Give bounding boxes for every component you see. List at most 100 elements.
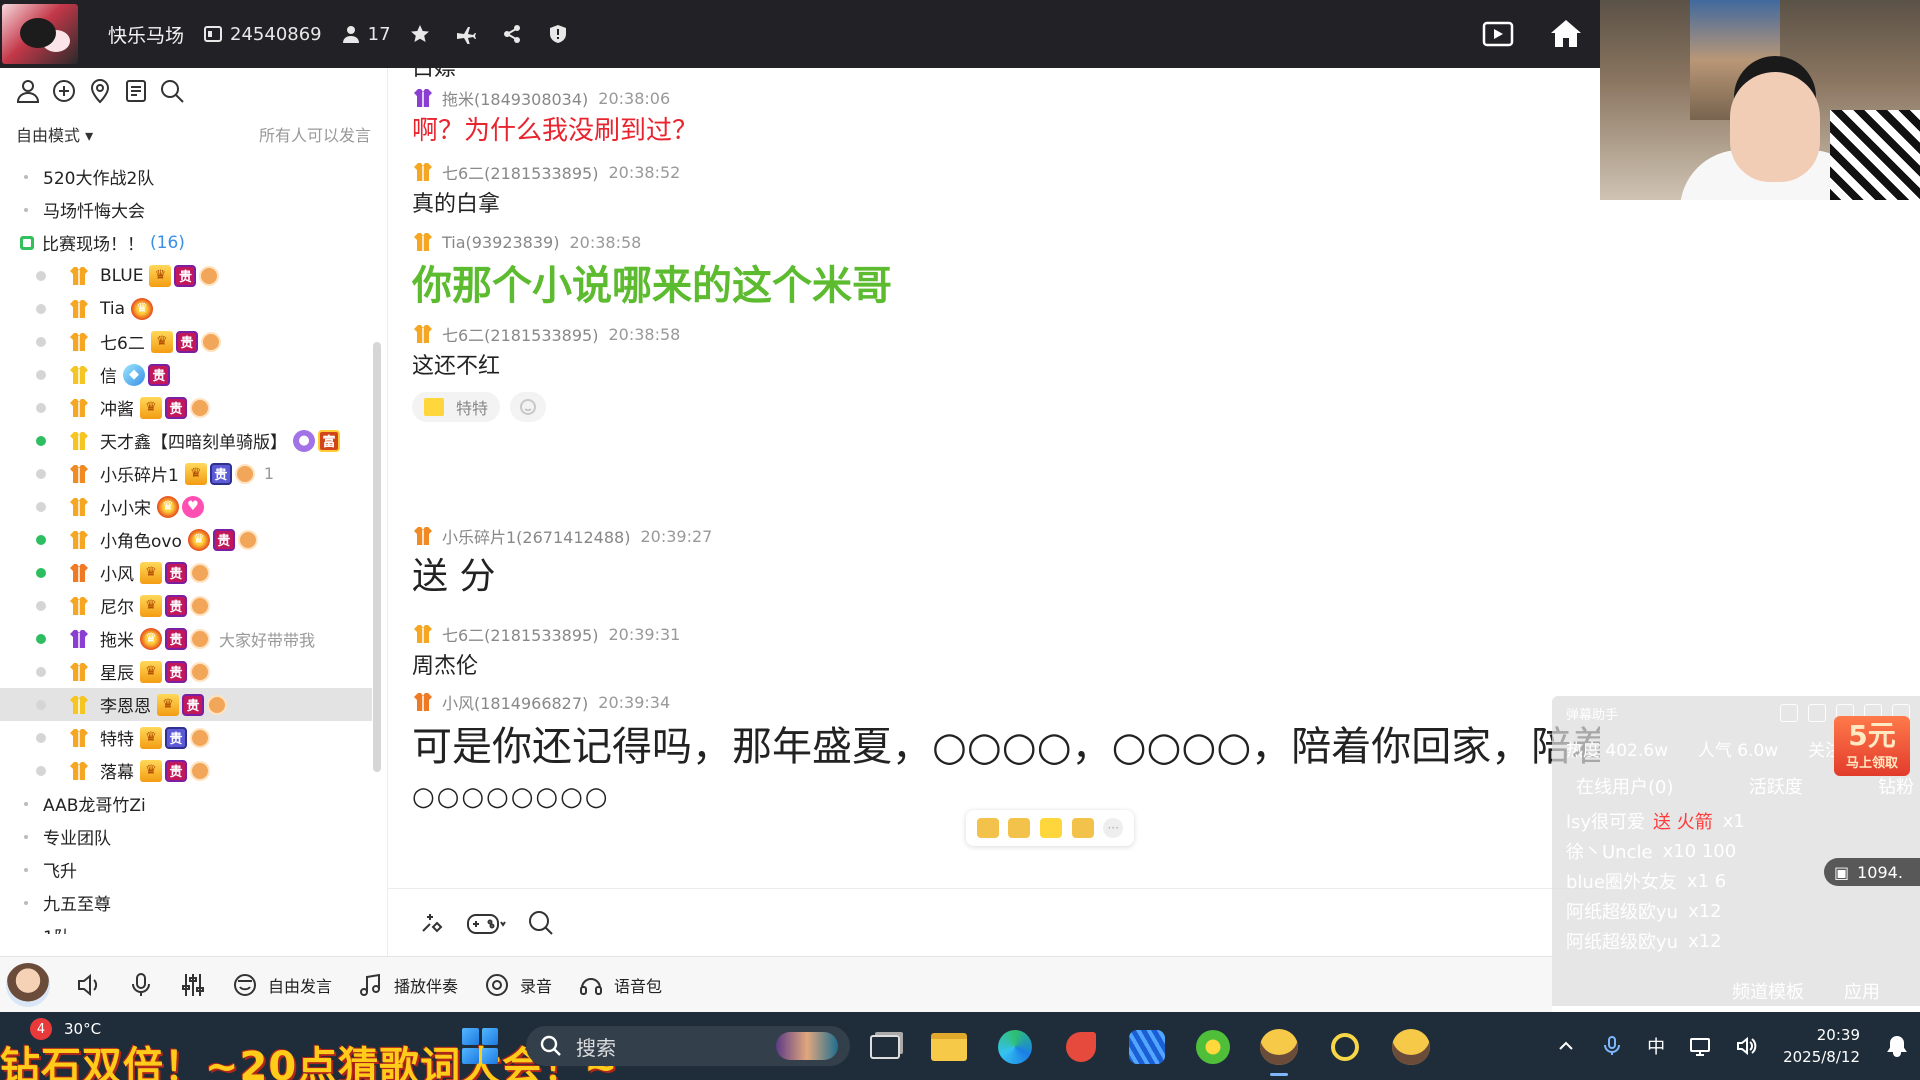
volume-icon[interactable] <box>1735 1035 1757 1057</box>
tab-diamond-fans[interactable]: 钻粉 <box>1878 773 1914 799</box>
member-item[interactable]: 小风 ♛ 贵 <box>0 556 387 589</box>
member-item[interactable]: BLUE ♛ 贵 <box>0 259 387 292</box>
member-name: 天才鑫【四暗刻单骑版】 <box>100 433 287 453</box>
more-icon[interactable]: ··· <box>1103 818 1124 838</box>
window-icon[interactable] <box>1808 704 1826 722</box>
member-item[interactable]: 天才鑫【四暗刻单骑版】 ● 富 <box>0 424 387 457</box>
ime-indicator[interactable]: 中 <box>1647 1033 1665 1059</box>
chat-message[interactable]: 小风(1814966827) 20:39:34 可是你还记得吗，那年盛夏，○○○○，… <box>412 690 1600 814</box>
emoji-reaction-icon[interactable] <box>1071 818 1094 838</box>
member-item[interactable]: 信 ◆ 贵 <box>0 358 387 391</box>
add-reaction-button[interactable] <box>510 392 547 422</box>
accompany-button[interactable]: 播放伴奏 <box>358 972 458 998</box>
member-item[interactable]: 冲酱 ♛ 贵 <box>0 391 387 424</box>
channel-item[interactable]: 九五至尊 <box>0 886 387 919</box>
member-item[interactable]: 特特 ♛ 贵 <box>0 721 387 754</box>
chat-message[interactable]: Tia(93923839) 20:38:58 你那个小说哪来的这个米哥 <box>412 230 892 314</box>
sparkle-icon[interactable] <box>410 902 452 944</box>
chat-bubble-icon[interactable] <box>46 73 82 109</box>
app-wave-icon[interactable] <box>1126 1026 1168 1068</box>
chat-message[interactable]: 小乐碎片1(2671412488) 20:39:27 送 分 <box>412 524 712 602</box>
microphone-button[interactable] <box>128 972 154 998</box>
app-bird-icon[interactable] <box>1060 1026 1102 1068</box>
message-author[interactable]: 七6二(2181533895) <box>442 322 598 346</box>
member-item[interactable]: 落幕 ♛ 贵 <box>0 754 387 787</box>
apps-button[interactable]: 应用 <box>1844 978 1880 1004</box>
message-input-area[interactable] <box>388 888 1600 956</box>
member-item[interactable]: Tia ♛ <box>0 292 387 325</box>
yy-voice-app-icon[interactable] <box>1258 1026 1300 1076</box>
notification-bell-icon[interactable] <box>1886 1035 1908 1057</box>
message-author[interactable]: Tia(93923839) <box>442 233 559 252</box>
file-explorer-icon[interactable] <box>928 1026 970 1068</box>
message-author[interactable]: 拖米(1849308034) <box>442 86 588 110</box>
chat-message[interactable]: 拖米(1849308034) 20:38:06 啊？为什么我没刷到过？ <box>412 86 698 148</box>
video-button[interactable] <box>1474 10 1522 58</box>
yy-voice-app-icon-2[interactable] <box>1390 1026 1432 1068</box>
mixer-button[interactable] <box>180 972 206 998</box>
list-icon[interactable] <box>118 73 154 109</box>
network-icon[interactable] <box>1689 1035 1711 1057</box>
location-icon[interactable] <box>82 73 118 109</box>
chat-message[interactable]: 七6二(2181533895) 20:38:58 这还不红 特特 <box>412 322 680 422</box>
app-ring-icon[interactable] <box>1324 1026 1366 1068</box>
promo-badge[interactable]: 5元 马上领取 <box>1834 716 1910 776</box>
member-item[interactable]: 小角色ovo ♛ 贵 <box>0 523 387 556</box>
sidebar-scrollbar[interactable] <box>373 342 381 772</box>
tab-online-users[interactable]: 在线用户(0) <box>1576 773 1674 799</box>
member-item[interactable]: 尼尔 ♛ 贵 <box>0 589 387 622</box>
member-item[interactable]: 拖米 ♛ 贵 大家好带带我 <box>0 622 387 655</box>
speaker-button[interactable] <box>76 972 102 998</box>
search-sticker-icon[interactable] <box>520 902 562 944</box>
channel-item[interactable]: 专业团队 <box>0 820 387 853</box>
share-button[interactable] <box>501 23 529 45</box>
emoji-reaction-icon[interactable] <box>976 818 999 838</box>
channel-item[interactable]: 马场忏悔大会 <box>0 193 387 226</box>
mode-selector[interactable]: 自由模式 ▾ <box>16 122 93 146</box>
member-item[interactable]: 小小宋 ♛ ♥ <box>0 490 387 523</box>
reaction-chip[interactable]: 特特 <box>412 392 501 422</box>
task-view-icon[interactable] <box>864 1026 906 1068</box>
gamepad-icon[interactable] <box>456 902 516 944</box>
chevron-up-icon[interactable] <box>1555 1035 1577 1057</box>
member-item[interactable]: 李恩恩 ♛ 贵 <box>0 688 372 721</box>
voice-pack-button[interactable]: 语音包 <box>578 972 662 998</box>
message-author[interactable]: 小乐碎片1(2671412488) <box>442 524 630 548</box>
message-author[interactable]: 七6二(2181533895) <box>442 160 598 184</box>
member-item[interactable]: 小乐碎片1 ♛ 贵 1 <box>0 457 387 490</box>
channel-item[interactable]: 520大作战2队 <box>0 160 387 193</box>
app-green-icon[interactable] <box>1192 1026 1234 1068</box>
emoji-reaction-icon[interactable] <box>1039 818 1062 838</box>
free-speak-button[interactable]: 自由发言 <box>232 972 332 998</box>
search-icon[interactable] <box>154 73 190 109</box>
airplane-button[interactable] <box>455 23 483 45</box>
chat-message[interactable]: 七6二(2181533895) 20:39:31 周杰伦 <box>412 622 680 684</box>
microphone-tray-icon[interactable] <box>1601 1035 1623 1057</box>
room-avatar[interactable] <box>2 4 78 64</box>
member-item[interactable]: 七6二 ♛ 贵 <box>0 325 387 358</box>
chat-message[interactable]: 七6二(2181533895) 20:38:52 真的白拿 <box>412 160 680 222</box>
channel-template-button[interactable]: 频道模板 <box>1732 978 1804 1004</box>
channel-item[interactable]: 1队 <box>0 919 387 934</box>
channel-item[interactable]: AAB龙哥竹Zi <box>0 787 387 820</box>
system-clock[interactable]: 20:39 2025/8/12 <box>1783 1024 1860 1068</box>
report-button[interactable] <box>547 23 575 45</box>
person-icon[interactable] <box>10 73 46 109</box>
filter-icon[interactable] <box>1780 704 1798 722</box>
emoji-reaction-icon[interactable] <box>1008 818 1031 838</box>
home-button[interactable] <box>1542 10 1590 58</box>
medal-badge-icon <box>190 727 210 748</box>
taskbar-search[interactable]: 搜索 <box>526 1026 850 1066</box>
channel-active[interactable]: 比赛现场！！ (16) <box>0 226 387 259</box>
online-count[interactable]: 17 <box>340 23 391 45</box>
tab-activity[interactable]: 活跃度 <box>1749 773 1803 799</box>
record-button[interactable]: 录音 <box>484 972 552 998</box>
message-author[interactable]: 七6二(2181533895) <box>442 622 598 646</box>
self-avatar[interactable] <box>6 962 50 1007</box>
windows-start-button[interactable] <box>462 1028 498 1064</box>
channel-item[interactable]: 飞升 <box>0 853 387 886</box>
favorite-button[interactable] <box>409 23 437 45</box>
message-author[interactable]: 小风(1814966827) <box>442 690 588 714</box>
member-item[interactable]: 星辰 ♛ 贵 <box>0 655 387 688</box>
edge-browser-icon[interactable] <box>994 1026 1036 1068</box>
